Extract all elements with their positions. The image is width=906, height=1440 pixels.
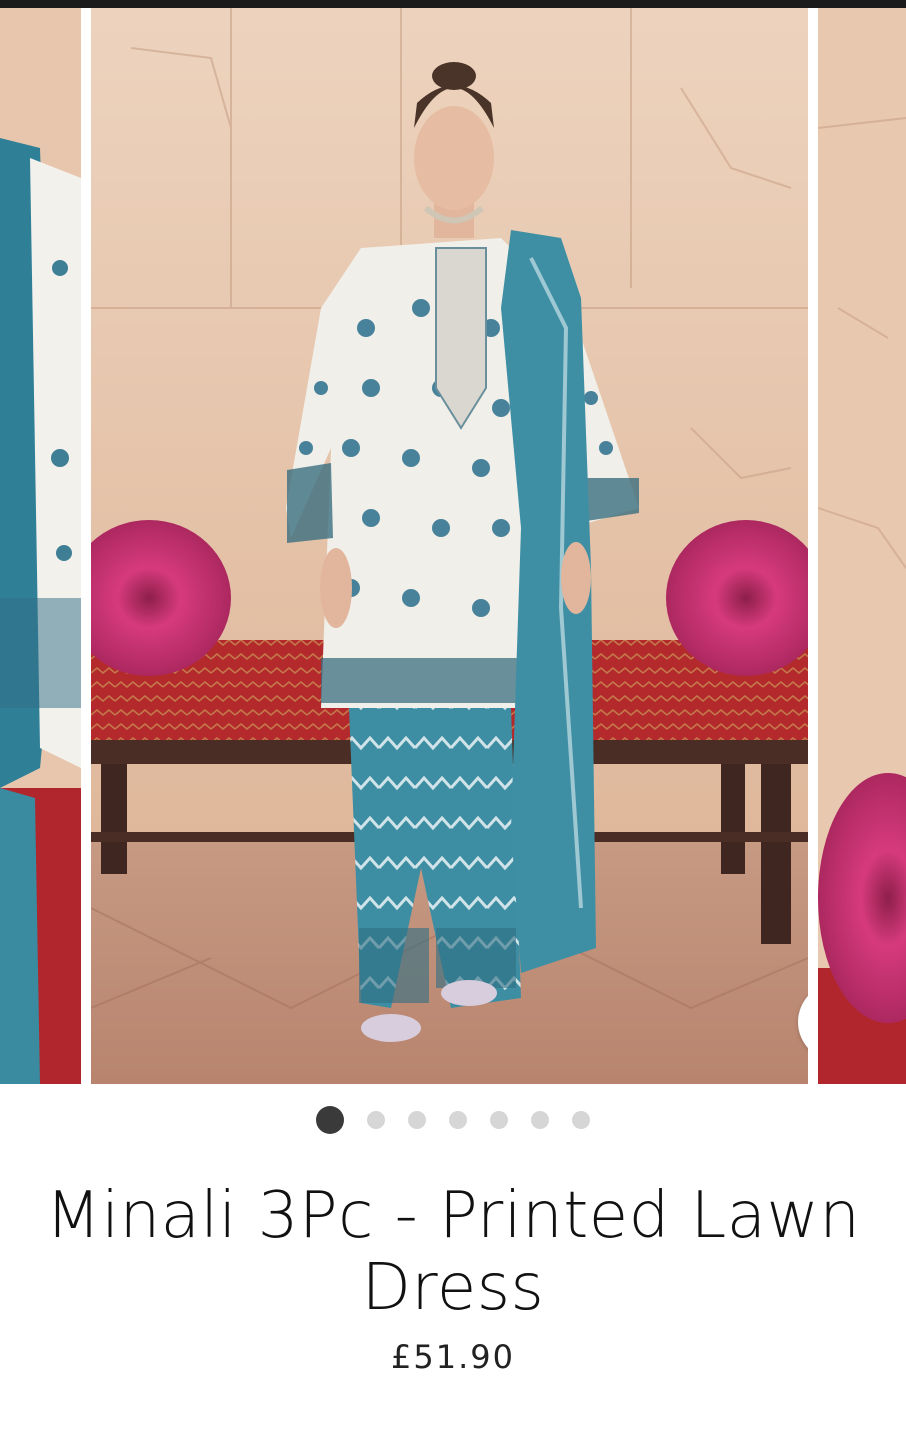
carousel-dot-2[interactable] [367,1111,385,1129]
product-image-next [818,8,906,1084]
product-image-previous [0,8,81,1084]
carousel-dot-3[interactable] [408,1111,426,1129]
carousel-slide-next[interactable] [818,8,906,1084]
carousel-pagination [0,1104,906,1136]
product-image-carousel[interactable] [0,8,906,1084]
carousel-dot-6[interactable] [531,1111,549,1129]
product-page: Minali 3Pc - Printed Lawn Dress £51.90 [0,0,906,1440]
carousel-slide-main[interactable] [91,8,808,1084]
product-image-main [91,8,808,1084]
product-title: Minali 3Pc - Printed Lawn Dress [45,1179,861,1325]
carousel-dot-5[interactable] [490,1111,508,1129]
carousel-dot-7[interactable] [572,1111,590,1129]
carousel-dot-4[interactable] [449,1111,467,1129]
carousel-slide-previous[interactable] [0,8,81,1084]
product-price: £51.90 [391,1338,515,1376]
carousel-dot-1[interactable] [316,1106,344,1134]
status-bar [0,0,906,8]
